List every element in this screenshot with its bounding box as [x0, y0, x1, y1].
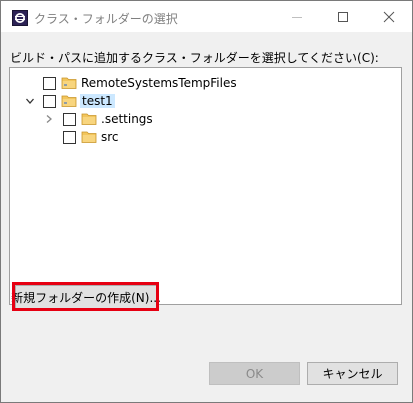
- close-button[interactable]: [366, 1, 412, 32]
- ok-button[interactable]: OK: [209, 362, 300, 385]
- tree-item-src[interactable]: src: [63, 128, 119, 146]
- tree-item-remotesystemstempfiles[interactable]: RemoteSystemsTempFiles: [43, 74, 237, 92]
- folder-icon: [81, 112, 97, 126]
- checkbox[interactable]: [43, 94, 56, 108]
- folder-tree[interactable]: RemoteSystemsTempFiles test1 .settings s…: [9, 67, 402, 305]
- eclipse-app-icon: [12, 10, 28, 26]
- title-bar[interactable]: クラス・フォルダーの選択: [1, 1, 412, 32]
- window-title: クラス・フォルダーの選択: [34, 12, 178, 26]
- maximize-icon: [338, 11, 348, 22]
- checkbox[interactable]: [63, 112, 76, 126]
- project-folder-icon: [61, 76, 77, 90]
- maximize-button[interactable]: [320, 1, 366, 32]
- chevron-down-icon[interactable]: [24, 95, 36, 107]
- close-icon: [383, 11, 395, 22]
- chevron-right-icon[interactable]: [43, 113, 55, 125]
- folder-icon: [81, 130, 97, 144]
- new-folder-button[interactable]: 新規フォルダーの作成(N)...: [11, 285, 161, 309]
- dialog-content: ビルド・パスに追加するクラス・フォルダーを選択してください(C): Remote…: [1, 32, 412, 402]
- checkbox[interactable]: [63, 130, 76, 144]
- project-folder-icon: [61, 94, 77, 108]
- minimize-icon: [292, 16, 302, 18]
- tree-item-label: .settings: [101, 112, 153, 126]
- tree-item-label: src: [101, 130, 119, 144]
- minimize-button[interactable]: [274, 1, 320, 32]
- tree-item-label: test1: [80, 94, 115, 108]
- tree-item-label: RemoteSystemsTempFiles: [81, 76, 237, 90]
- dialog-window: クラス・フォルダーの選択 ビルド・パスに追加するクラス・フォルダーを選択してくだ…: [0, 0, 413, 403]
- tree-item-test1[interactable]: test1: [24, 92, 115, 110]
- checkbox[interactable]: [43, 76, 56, 90]
- tree-item-settings[interactable]: .settings: [43, 110, 153, 128]
- cancel-button[interactable]: キャンセル: [307, 362, 398, 385]
- instruction-label: ビルド・パスに追加するクラス・フォルダーを選択してください(C):: [10, 51, 379, 65]
